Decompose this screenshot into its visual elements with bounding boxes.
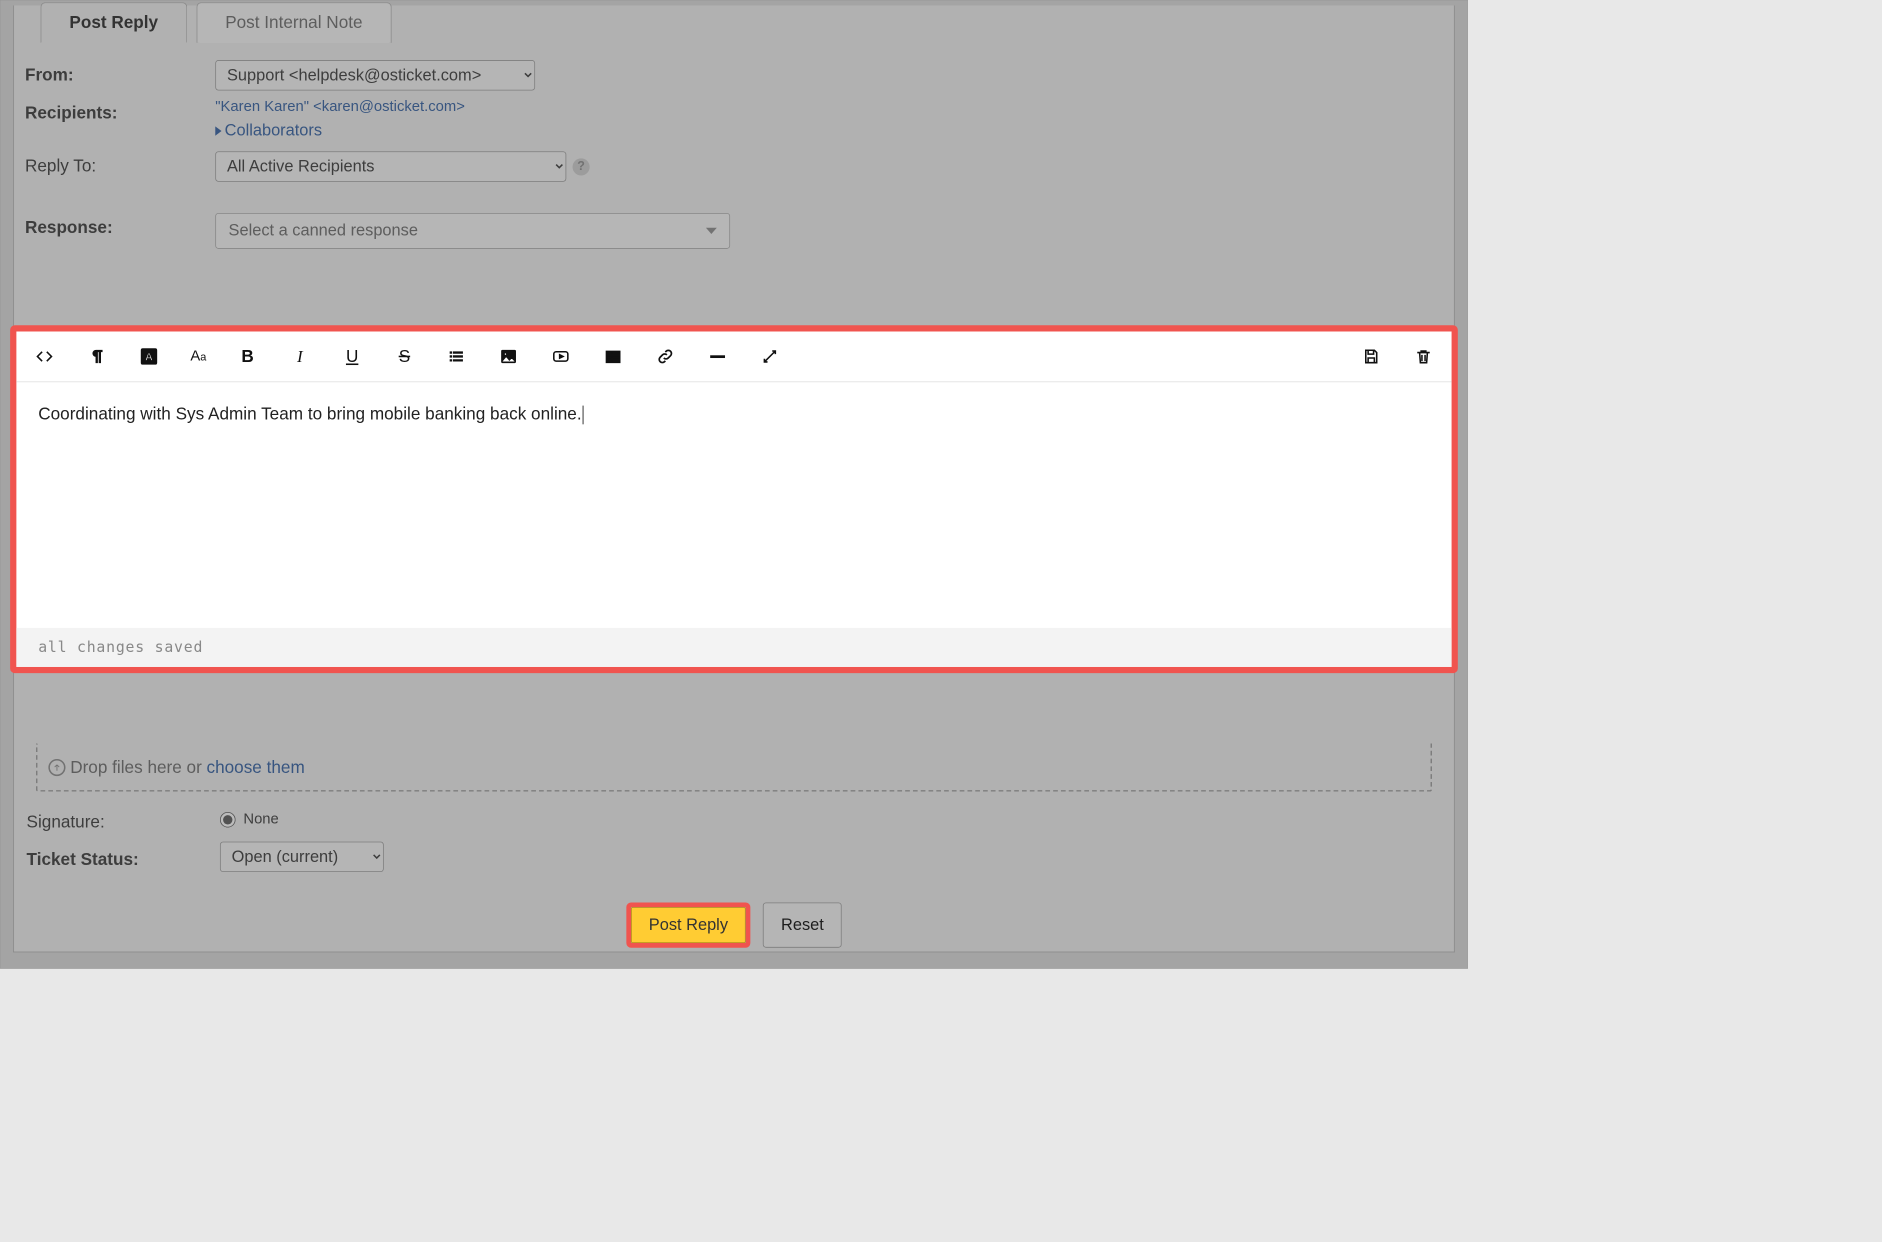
recipient-link[interactable]: "Karen Karen" <karen@osticket.com> xyxy=(215,98,465,114)
signature-label: Signature: xyxy=(27,807,220,832)
recipients-label: Recipients: xyxy=(25,98,215,123)
fullscreen-icon[interactable] xyxy=(759,346,781,368)
response-editor: A Aa B I U S xyxy=(10,325,1458,673)
text-cursor xyxy=(582,406,583,425)
response-label: Response: xyxy=(25,213,215,238)
from-label: From: xyxy=(25,60,215,85)
editor-status: all changes saved xyxy=(16,628,1451,667)
signature-none-radio[interactable] xyxy=(220,812,236,828)
reply-tabs: Post Reply Post Internal Note xyxy=(41,2,392,43)
ticket-status-label: Ticket Status: xyxy=(27,844,220,869)
svg-text:A: A xyxy=(145,351,153,363)
reset-button[interactable]: Reset xyxy=(763,902,842,947)
table-icon[interactable] xyxy=(603,346,625,368)
upload-icon xyxy=(48,759,65,776)
post-reply-button[interactable]: Post Reply xyxy=(631,907,746,943)
canned-response-select[interactable]: Select a canned response xyxy=(215,213,730,249)
from-select[interactable]: Support <helpdesk@osticket.com> xyxy=(215,60,535,90)
dropzone-text: Drop files here or xyxy=(70,757,202,777)
image-icon[interactable] xyxy=(498,346,520,368)
post-reply-highlight: Post Reply xyxy=(626,902,750,947)
choose-files-link[interactable]: choose them xyxy=(207,757,305,777)
background-color-icon[interactable]: A xyxy=(138,346,160,368)
list-icon[interactable] xyxy=(446,346,468,368)
chevron-down-icon xyxy=(706,228,717,234)
canned-placeholder: Select a canned response xyxy=(229,222,418,241)
help-icon[interactable]: ? xyxy=(573,158,590,175)
reply-to-select[interactable]: All Active Recipients xyxy=(215,151,566,181)
italic-icon[interactable]: I xyxy=(289,346,311,368)
ticket-status-select[interactable]: Open (current) xyxy=(220,842,384,872)
paragraph-icon[interactable] xyxy=(86,346,108,368)
editor-textarea[interactable]: Coordinating with Sys Admin Team to brin… xyxy=(16,382,1451,628)
signature-none-text: None xyxy=(243,811,278,828)
editor-content: Coordinating with Sys Admin Team to brin… xyxy=(38,404,581,424)
code-view-icon[interactable] xyxy=(34,346,56,368)
strikethrough-icon[interactable]: S xyxy=(393,346,415,368)
tab-post-reply[interactable]: Post Reply xyxy=(41,2,187,43)
tab-post-internal-note[interactable]: Post Internal Note xyxy=(196,2,391,43)
video-icon[interactable] xyxy=(550,346,572,368)
bold-icon[interactable]: B xyxy=(237,346,259,368)
editor-toolbar: A Aa B I U S xyxy=(16,332,1451,383)
file-dropzone[interactable]: Drop files here or choose them xyxy=(36,743,1432,791)
reply-to-label: Reply To: xyxy=(25,151,215,176)
delete-icon[interactable] xyxy=(1413,346,1435,368)
collaborators-toggle[interactable]: Collaborators xyxy=(215,122,322,141)
underline-icon[interactable]: U xyxy=(341,346,363,368)
link-icon[interactable] xyxy=(655,346,677,368)
horizontal-rule-icon[interactable] xyxy=(707,346,729,368)
save-icon[interactable] xyxy=(1360,346,1382,368)
font-size-icon[interactable]: Aa xyxy=(190,346,206,368)
